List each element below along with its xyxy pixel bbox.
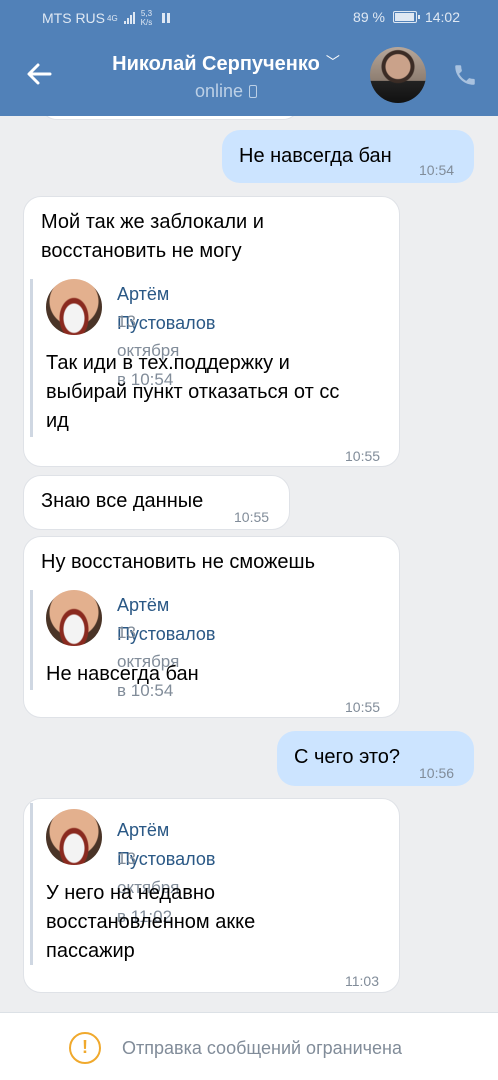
message-text: Не навсегда бан xyxy=(239,145,392,167)
chat-header: Николай Серпученко ﹀ online xyxy=(0,36,498,116)
message-text-line: Мой так же заблокали и xyxy=(41,211,264,233)
message-bubble[interactable]: Артём Пустовалов 13 октября в 11:02 У не… xyxy=(23,798,400,993)
message-text: Ну восстановить не сможешь xyxy=(41,551,316,573)
battery-percent: 89 % xyxy=(353,9,385,25)
status-bar: MTS RUS 4G 5,3 K/s 89 % 14:02 xyxy=(0,0,498,36)
chevron-down-icon: ﹀ xyxy=(325,54,340,70)
message-time: 10:54 xyxy=(419,162,455,178)
phone-icon[interactable] xyxy=(452,62,478,88)
quote-text: У него на недавно восстановленном акке п… xyxy=(46,879,386,966)
pause-icon xyxy=(162,13,171,23)
battery-icon xyxy=(392,11,420,23)
message-bubble[interactable]: С чего это? 10:56 xyxy=(277,731,474,786)
mobile-icon xyxy=(249,85,258,98)
message-time: 10:56 xyxy=(419,765,455,781)
quote-text-line: восстановленном акке xyxy=(46,911,256,933)
warning-icon: ! xyxy=(69,1032,101,1064)
composer-disabled-banner: ! Отправка сообщений ограничена xyxy=(0,1012,498,1080)
quote-text: Не навсегда бан xyxy=(46,663,199,685)
author-avatar[interactable] xyxy=(46,590,102,646)
quote-text-line: Так иди в тех.поддержку и xyxy=(46,352,290,374)
net-speed: 5,3 K/s xyxy=(141,9,153,27)
message-time: 11:03 xyxy=(345,973,379,989)
author-avatar[interactable] xyxy=(46,809,102,865)
message-bubble-partial xyxy=(40,116,300,120)
quote-text-line: ид xyxy=(46,410,69,432)
forwarded-message[interactable]: Артём Пустовалов 13 октября в 10:54 Не н… xyxy=(30,590,215,700)
message-text-line: восстановить не могу xyxy=(41,240,242,262)
message-text: Знаю все данные xyxy=(41,490,204,512)
message-text: С чего это? xyxy=(294,746,401,768)
contact-name: Николай Серпученко xyxy=(112,53,320,75)
quote-text-line: выбирай пункт отказаться от сс xyxy=(46,381,340,403)
contact-name-button[interactable]: Николай Серпученко ﹀ xyxy=(96,52,356,76)
carrier-label: MTS RUS xyxy=(42,10,105,26)
message-time: 10:55 xyxy=(345,699,381,715)
back-arrow-icon[interactable] xyxy=(22,56,58,92)
clock: 14:02 xyxy=(424,9,460,25)
net-speed-unit: K/s xyxy=(140,18,153,27)
quote-text: Так иди в тех.поддержку и выбирай пункт … xyxy=(46,349,386,436)
contact-status: online xyxy=(96,81,356,102)
online-status: online xyxy=(194,81,244,101)
author-avatar[interactable] xyxy=(46,279,102,335)
contact-avatar[interactable] xyxy=(370,47,426,103)
forwarded-message[interactable]: Артём Пустовалов 13 октября в 10:54 Так … xyxy=(30,279,339,437)
message-bubble[interactable]: Ну восстановить не сможешь Артём Пустова… xyxy=(23,536,400,718)
forwarded-message[interactable]: Артём Пустовалов 13 октября в 11:02 У не… xyxy=(30,803,255,965)
message-time: 10:55 xyxy=(234,509,270,525)
message-bubble[interactable]: Знаю все данные 10:55 xyxy=(23,475,290,530)
quote-text-line: У него на недавно xyxy=(46,882,216,904)
network-type: 4G xyxy=(107,13,118,23)
message-bubble[interactable]: Не навсегда бан 10:54 xyxy=(222,130,474,183)
message-list[interactable]: Не навсегда бан 10:54 Мой так же заблока… xyxy=(0,116,498,1012)
signal-icon xyxy=(123,12,135,24)
message-bubble[interactable]: Мой так же заблокали и восстановить не м… xyxy=(23,196,400,467)
restriction-text: Отправка сообщений ограничена xyxy=(122,1038,402,1058)
message-time: 10:55 xyxy=(345,448,381,464)
quote-text-line: пассажир xyxy=(46,940,135,962)
net-speed-value: 5,3 xyxy=(140,9,153,18)
